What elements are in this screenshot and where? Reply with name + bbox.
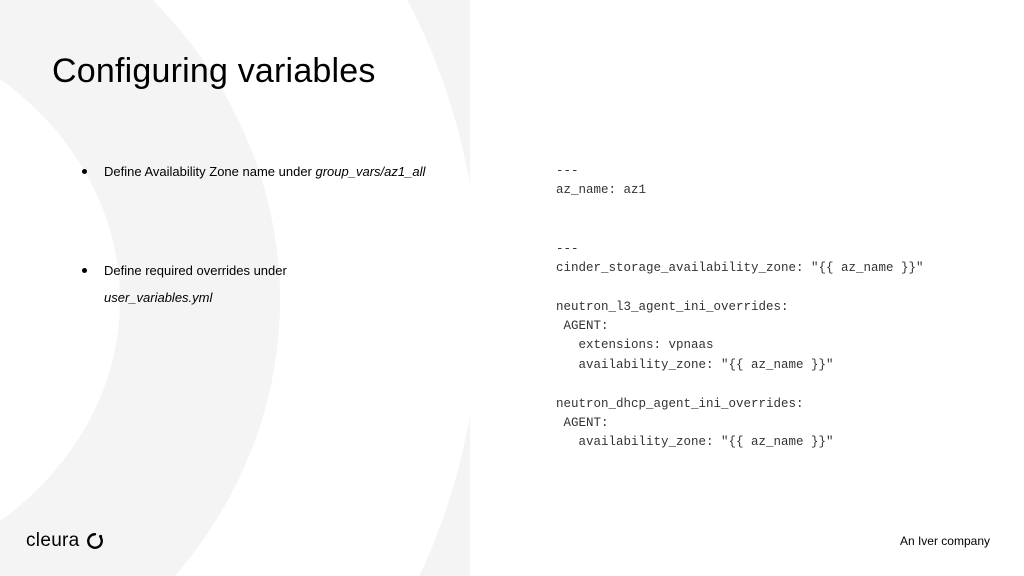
- brand-logo: cleura: [26, 530, 104, 552]
- code-block: --- az_name: az1 --- cinder_storage_avai…: [556, 162, 996, 453]
- bullet-item: Define Availability Zone name under grou…: [82, 162, 442, 183]
- brand-name: cleura: [26, 530, 80, 552]
- bullet-text: Define Availability Zone name under: [104, 164, 316, 179]
- tagline: An Iver company: [900, 534, 990, 548]
- bullet-emphasis: group_vars/az1_all: [316, 164, 426, 179]
- bullet-list: Define Availability Zone name under grou…: [82, 162, 442, 386]
- bullet-item: Define required overrides under user_var…: [82, 261, 442, 309]
- bullet-emphasis: user_variables.yml: [104, 288, 442, 309]
- brand-mark-icon: [86, 532, 104, 550]
- content-layer: Configuring variables Define Availabilit…: [0, 0, 1024, 576]
- bullet-text: Define required overrides under: [104, 263, 287, 278]
- slide: Configuring variables Define Availabilit…: [0, 0, 1024, 576]
- page-title: Configuring variables: [52, 52, 376, 91]
- footer: cleura An Iver company: [0, 522, 1024, 552]
